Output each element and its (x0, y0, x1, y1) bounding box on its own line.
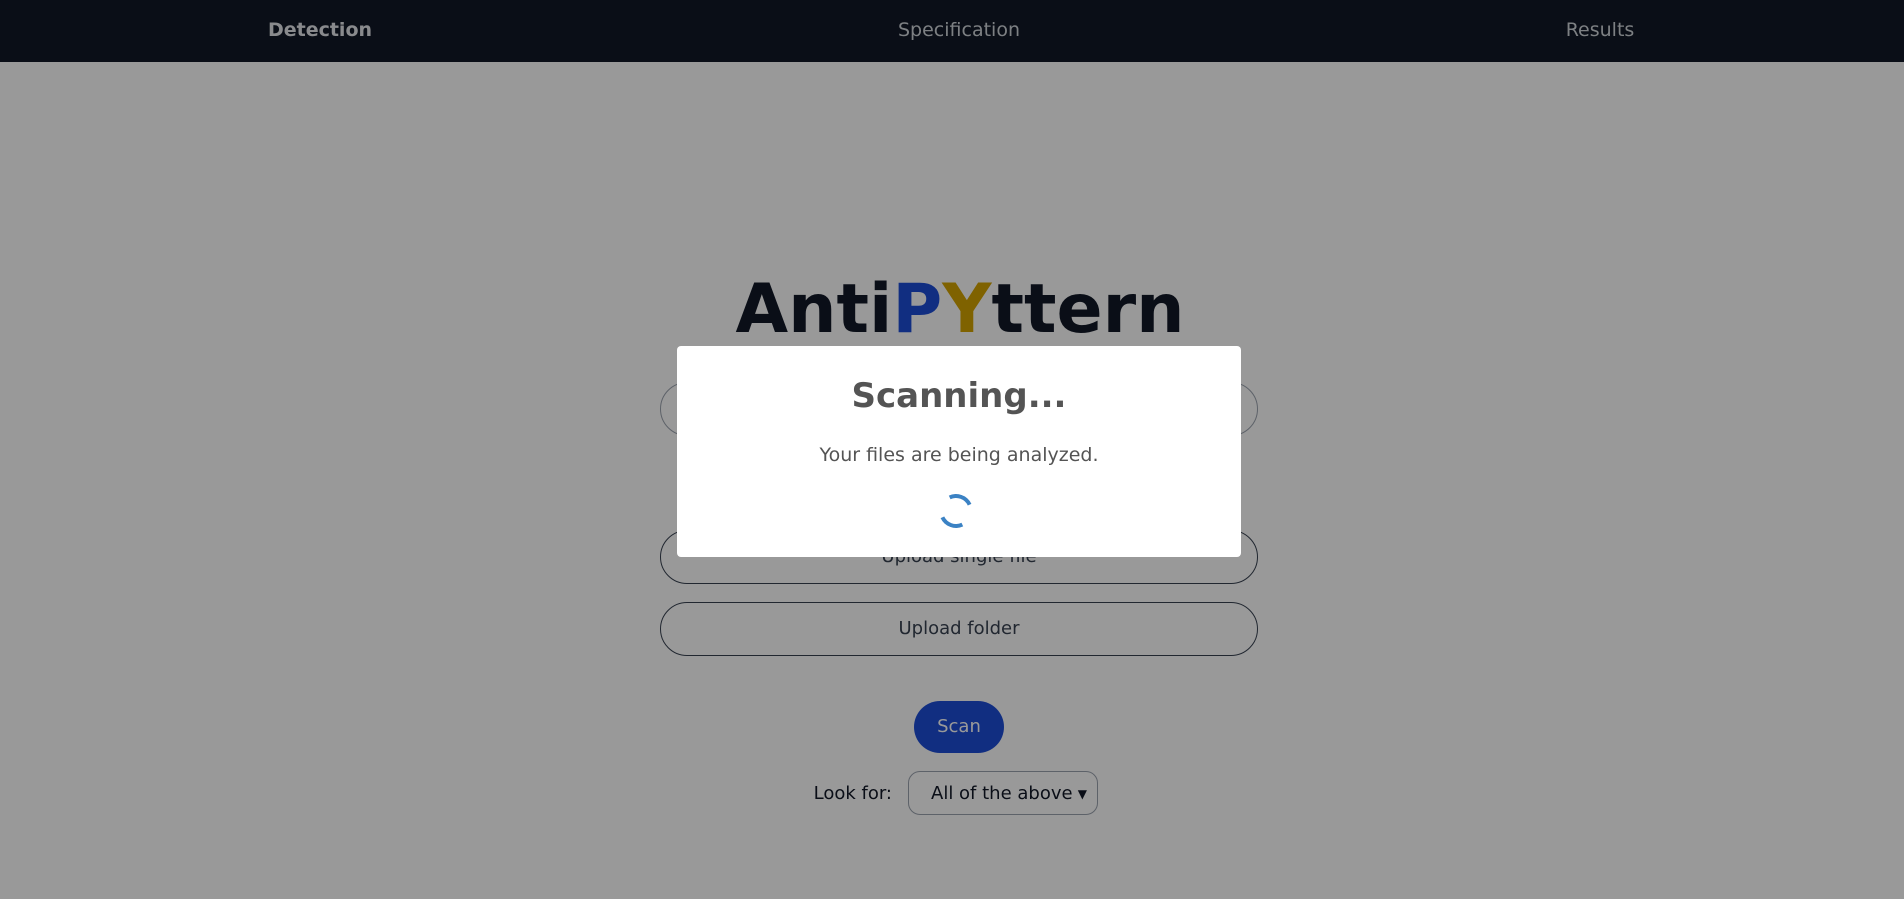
scanning-modal: Scanning... Your files are being analyze… (677, 346, 1241, 557)
modal-message: Your files are being analyzed. (819, 444, 1099, 466)
loading-spinner-icon (934, 489, 978, 533)
modal-title: Scanning... (851, 376, 1067, 416)
